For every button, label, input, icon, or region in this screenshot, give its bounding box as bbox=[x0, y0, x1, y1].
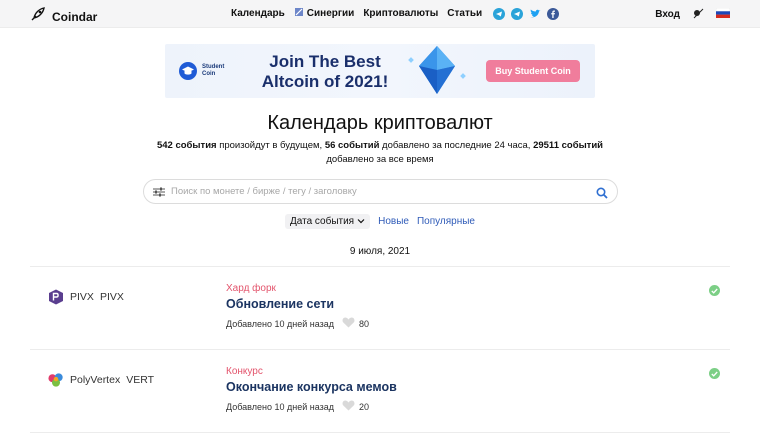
ad-banner[interactable]: Student Coin Join The Best Altcoin of 20… bbox=[165, 44, 595, 98]
polyvertex-coin-icon bbox=[48, 372, 64, 388]
banner-brand-line2: Coin bbox=[202, 71, 216, 77]
date-heading: 9 июля, 2021 bbox=[349, 246, 411, 257]
sort-select[interactable]: Дата события bbox=[285, 214, 371, 229]
synergy-icon bbox=[294, 7, 304, 20]
total-text: добавлено за все время bbox=[326, 154, 434, 165]
event-added-date: Добавлено 10 дней назад bbox=[226, 401, 334, 412]
nav-calendar-label: Календарь bbox=[231, 8, 285, 19]
telegram-icon[interactable] bbox=[493, 7, 506, 20]
like-counter[interactable]: 20 bbox=[342, 400, 369, 413]
future-count: 542 события bbox=[156, 140, 217, 151]
logo[interactable]: Coindar bbox=[30, 6, 97, 27]
sort-popular-link[interactable]: Популярные bbox=[417, 216, 475, 227]
banner-title: Join The Best Altcoin of 2021! bbox=[255, 52, 395, 92]
event-item: Хард форк Обновление сети Добавлено 10 д… bbox=[226, 283, 369, 330]
stats-text: 542 события произойдут в будущем, 56 соб… bbox=[150, 139, 610, 167]
search-input[interactable] bbox=[171, 186, 591, 197]
nav-cryptocurrencies[interactable]: Криптовалюты bbox=[363, 8, 438, 19]
nav-articles-label: Статьи bbox=[447, 8, 483, 19]
like-count: 20 bbox=[359, 401, 370, 412]
nav-cryptocurrencies-label: Криптовалюты bbox=[363, 8, 439, 19]
event-category[interactable]: Хард форк bbox=[226, 283, 369, 294]
banner-title-line2: Altcoin of 2021! bbox=[261, 72, 389, 91]
nav-calendar[interactable]: Календарь bbox=[231, 8, 285, 19]
telegram-icon[interactable] bbox=[511, 7, 524, 20]
twitter-icon[interactable] bbox=[529, 8, 541, 20]
crystal-gem-icon bbox=[403, 44, 471, 98]
graduation-cap-icon bbox=[179, 62, 197, 80]
heart-icon[interactable] bbox=[342, 400, 355, 413]
sort-new-link[interactable]: Новые bbox=[378, 216, 409, 227]
page-title: Календарь криптовалют bbox=[267, 112, 493, 134]
coin-symbol: PIVX bbox=[99, 291, 124, 303]
buy-student-coin-button[interactable]: Buy Student Coin bbox=[486, 60, 580, 82]
rocket-icon bbox=[30, 6, 46, 27]
login-link[interactable]: Вход bbox=[655, 9, 680, 20]
banner-brand-text: Student Coin bbox=[202, 64, 224, 78]
banner-brand-line1: Student bbox=[202, 64, 225, 70]
coin-pivx[interactable]: PIVX PIVX bbox=[48, 289, 124, 305]
social-links bbox=[493, 7, 560, 20]
banner-title-line1: Join The Best bbox=[269, 52, 381, 71]
banner-brand: Student Coin bbox=[179, 62, 224, 80]
russia-flag-icon[interactable] bbox=[715, 7, 731, 21]
verified-check-icon bbox=[709, 368, 720, 379]
filter-icon[interactable] bbox=[153, 186, 165, 198]
coin-symbol: VERT bbox=[126, 374, 155, 386]
search-icon[interactable] bbox=[596, 186, 608, 204]
nav-synergies[interactable]: Синергии bbox=[294, 7, 355, 20]
sort-options: Дата события Новые Популярные bbox=[285, 214, 475, 229]
event-item: Конкурс Окончание конкурса мемов Добавле… bbox=[226, 366, 397, 413]
coin-name: PolyVertex bbox=[70, 374, 121, 386]
nav-articles[interactable]: Статьи bbox=[447, 8, 482, 19]
day-count: 56 событий bbox=[324, 140, 380, 151]
theme-toggle-icon[interactable] bbox=[692, 7, 704, 22]
total-count: 29511 событий bbox=[533, 140, 604, 151]
coin-polyvertex[interactable]: PolyVertex VERT bbox=[48, 372, 154, 388]
future-text: произойдут в будущем, bbox=[216, 140, 325, 151]
facebook-icon[interactable] bbox=[547, 7, 560, 20]
event-added-date: Добавлено 10 дней назад bbox=[226, 318, 334, 329]
pivx-coin-icon bbox=[48, 289, 64, 305]
divider bbox=[30, 432, 730, 433]
event-meta: Добавлено 10 дней назад 20 bbox=[226, 400, 397, 413]
chevron-down-icon bbox=[357, 216, 365, 227]
header-right: Вход bbox=[655, 7, 731, 22]
sort-selected-label: Дата события bbox=[290, 216, 355, 227]
divider bbox=[30, 349, 730, 350]
verified-check-icon bbox=[709, 285, 720, 296]
nav-synergies-label: Синергии bbox=[306, 8, 355, 19]
top-bar: Coindar Календарь Синергии Криптовалюты … bbox=[0, 0, 760, 28]
event-category[interactable]: Конкурс bbox=[226, 366, 397, 377]
heart-icon[interactable] bbox=[342, 317, 355, 330]
like-counter[interactable]: 80 bbox=[342, 317, 369, 330]
main-nav: Календарь Синергии Криптовалюты Статьи bbox=[231, 7, 560, 20]
divider bbox=[30, 266, 730, 267]
event-title[interactable]: Окончание конкурса мемов bbox=[226, 380, 397, 394]
search-bar bbox=[143, 179, 618, 204]
event-meta: Добавлено 10 дней назад 80 bbox=[226, 317, 369, 330]
event-title[interactable]: Обновление сети bbox=[226, 297, 369, 311]
logo-text: Coindar bbox=[52, 9, 98, 24]
day-text: добавлено за последние 24 часа, bbox=[379, 140, 534, 151]
like-count: 80 bbox=[359, 318, 370, 329]
coin-name: PIVX bbox=[70, 291, 94, 303]
